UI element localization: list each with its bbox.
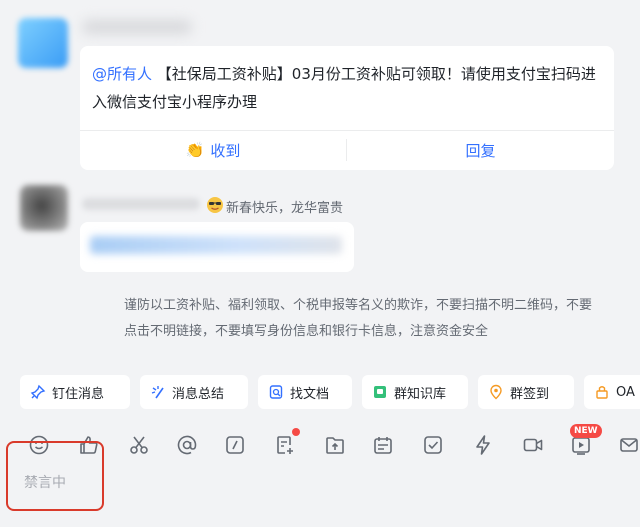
new-badge: NEW bbox=[570, 424, 602, 438]
chip-oa[interactable]: OA bbox=[584, 375, 640, 409]
pin-icon bbox=[30, 384, 46, 400]
oa-icon bbox=[596, 386, 608, 399]
task-check-icon[interactable] bbox=[420, 432, 446, 458]
message-card-link[interactable] bbox=[80, 222, 354, 272]
message-card-announcement: @所有人 【社保局工资补贴】03月份工资补贴可领取！请使用支付宝扫码进入微信支付… bbox=[80, 46, 614, 170]
knowledge-base-icon bbox=[374, 386, 386, 398]
mention-all[interactable]: @所有人 bbox=[92, 65, 152, 83]
scissors-icon[interactable] bbox=[126, 432, 152, 458]
chip-find-doc[interactable]: 找文档 bbox=[258, 375, 352, 409]
clap-icon: 👏 bbox=[185, 141, 205, 159]
chip-message-summary[interactable]: 消息总结 bbox=[140, 375, 248, 409]
mail-icon[interactable] bbox=[616, 432, 640, 458]
blurred-link[interactable] bbox=[90, 236, 342, 254]
received-button[interactable]: 👏 收到 bbox=[80, 131, 346, 169]
upload-icon[interactable] bbox=[322, 432, 348, 458]
fraud-warning-notice: 谨防以工资补贴、福利领取、个税申报等名义的欺诈，不要扫描不明二维码，不要点击不明… bbox=[124, 298, 593, 339]
quick-action-bar: 钉住消息 消息总结 找文档 群知识库 群签到 OA bbox=[20, 375, 640, 411]
chip-group-checkin[interactable]: 群签到 bbox=[478, 375, 574, 409]
checkin-icon bbox=[490, 384, 502, 400]
calendar-icon[interactable] bbox=[370, 432, 396, 458]
notification-dot bbox=[292, 428, 300, 436]
sparkle-icon bbox=[151, 386, 164, 399]
at-icon[interactable] bbox=[174, 432, 200, 458]
chip-pin-message[interactable]: 钉住消息 bbox=[20, 375, 130, 409]
sender-name-blurred bbox=[82, 198, 200, 210]
muted-status-text: 禁言中 bbox=[24, 475, 66, 491]
reply-button[interactable]: 回复 bbox=[347, 131, 614, 169]
lightning-icon[interactable] bbox=[470, 432, 496, 458]
sender-status-text: 新春快乐，龙华富贵 bbox=[226, 201, 344, 216]
input-toolbar bbox=[22, 432, 640, 462]
reply-label: 回复 bbox=[465, 141, 496, 160]
chip-knowledge-base[interactable]: 群知识库 bbox=[362, 375, 468, 409]
video-call-icon[interactable] bbox=[520, 432, 546, 458]
slash-command-icon[interactable] bbox=[222, 432, 248, 458]
doc-search-icon bbox=[269, 385, 283, 399]
message-body: 【社保局工资补贴】03月份工资补贴可领取！请使用支付宝扫码进入微信支付宝小程序办… bbox=[92, 65, 596, 111]
sender-name-blurred bbox=[82, 20, 192, 34]
sender-avatar[interactable] bbox=[18, 18, 68, 68]
sunglasses-emoji-icon bbox=[207, 197, 223, 213]
received-label: 收到 bbox=[210, 141, 241, 160]
sender-avatar[interactable] bbox=[20, 185, 68, 231]
message-text: @所有人 【社保局工资补贴】03月份工资补贴可领取！请使用支付宝扫码进入微信支付… bbox=[92, 60, 604, 116]
